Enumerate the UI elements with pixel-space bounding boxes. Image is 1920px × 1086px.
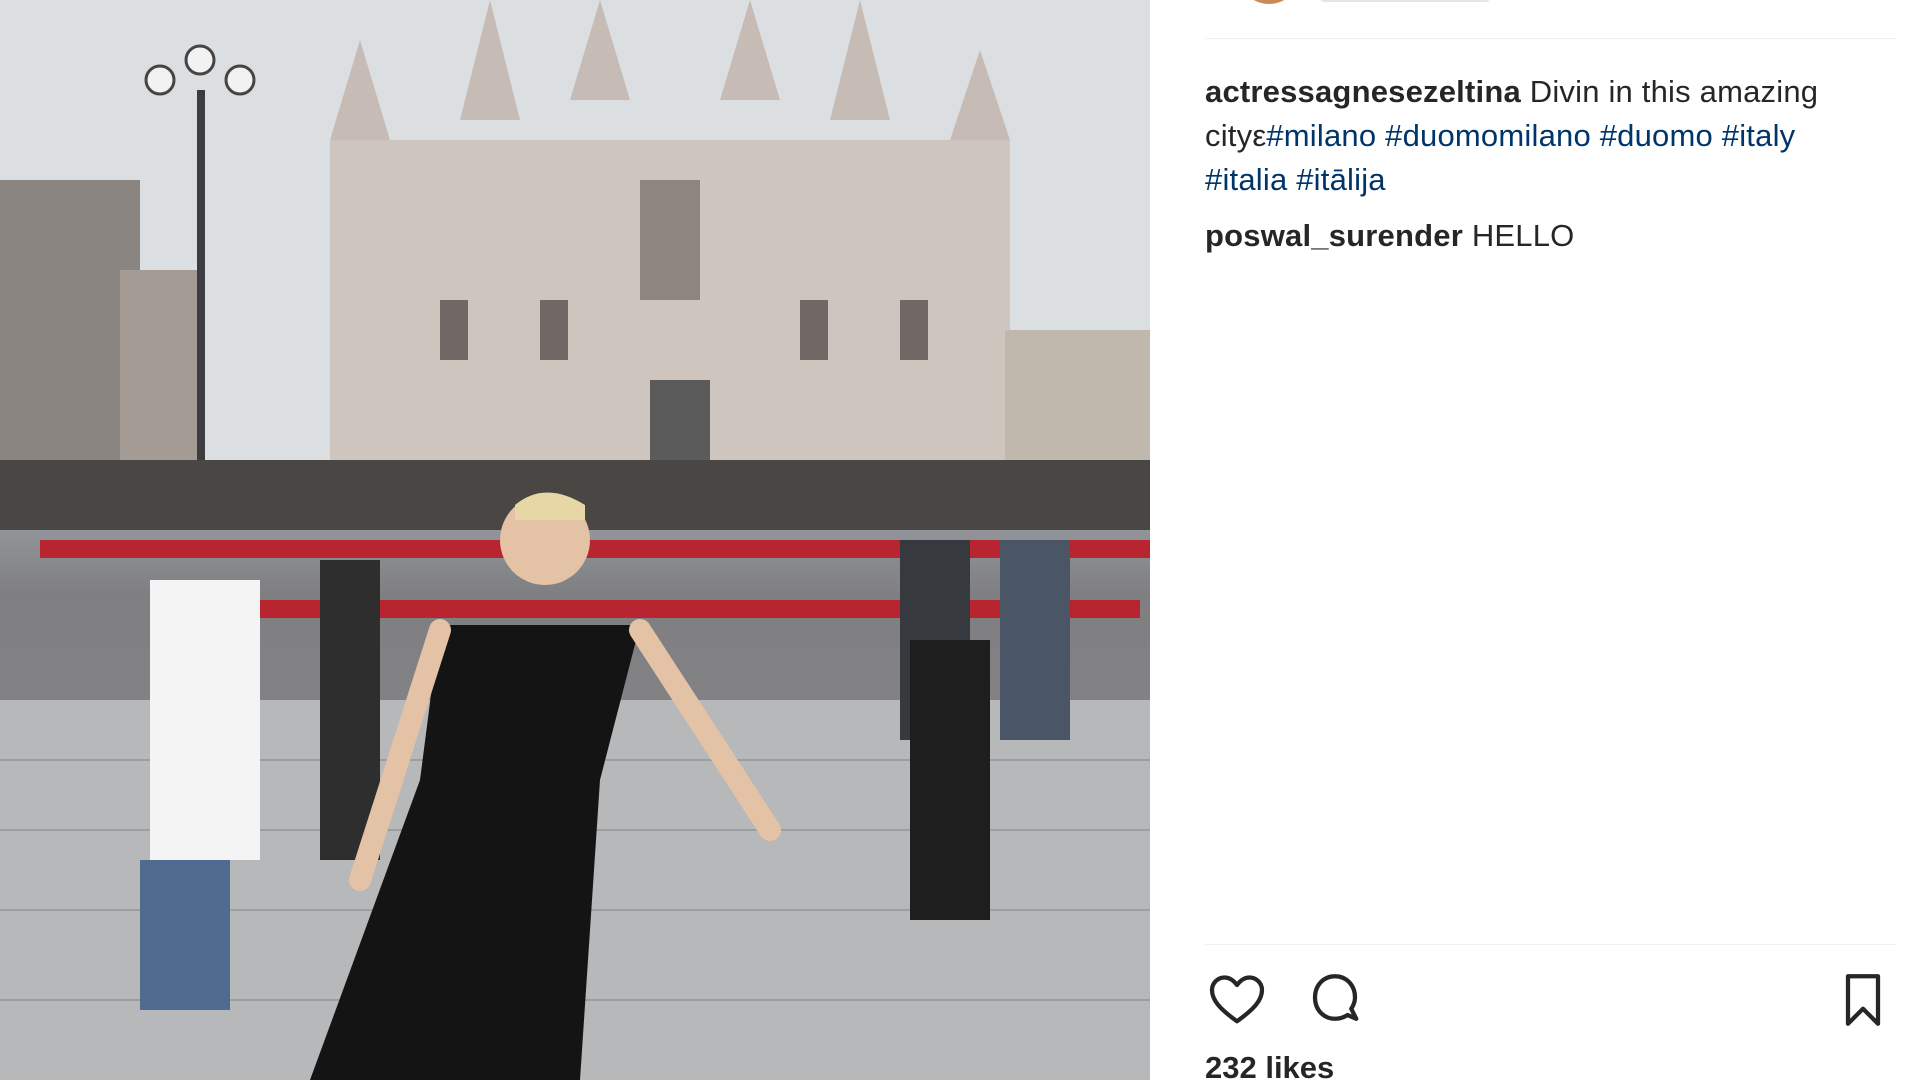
divider <box>1205 944 1895 945</box>
comment-button[interactable] <box>1303 968 1367 1032</box>
post-side-panel: actressagnesezeltina Divin in this amazi… <box>1150 0 1920 1085</box>
comment: poswal_surender HELLO <box>1205 214 1885 258</box>
caption-text: actressagnesezeltina Divin in this amazi… <box>1205 70 1885 202</box>
hashtag-italia[interactable]: #italia <box>1205 162 1287 197</box>
post-photo[interactable] <box>0 0 1150 1080</box>
header-username[interactable] <box>1320 0 1490 2</box>
likes-count[interactable]: 232 likes <box>1205 1050 1334 1086</box>
heart-icon <box>1209 975 1265 1024</box>
hashtag-italy[interactable]: #italy <box>1722 118 1796 153</box>
avatar[interactable] <box>1238 0 1300 4</box>
like-button[interactable] <box>1205 968 1269 1032</box>
hashtag-duomo[interactable]: #duomo <box>1600 118 1713 153</box>
caption: actressagnesezeltina Divin in this amazi… <box>1205 70 1885 258</box>
divider <box>1205 38 1895 39</box>
post-actions <box>1205 968 1895 1038</box>
hashtag-duomomilano[interactable]: #duomomilano <box>1385 118 1591 153</box>
hashtag-italija[interactable]: #itālija <box>1296 162 1385 197</box>
save-button[interactable] <box>1831 968 1895 1032</box>
photo-illustration <box>0 0 1150 1080</box>
caption-emoji: ε <box>1252 118 1267 153</box>
speech-bubble-icon <box>1312 974 1359 1021</box>
caption-username[interactable]: actressagnesezeltina <box>1205 74 1521 109</box>
bookmark-icon <box>1845 974 1881 1026</box>
comment-username[interactable]: poswal_surender <box>1205 218 1463 253</box>
hashtag-milano[interactable]: #milano <box>1266 118 1376 153</box>
comment-text: HELLO <box>1471 218 1575 253</box>
